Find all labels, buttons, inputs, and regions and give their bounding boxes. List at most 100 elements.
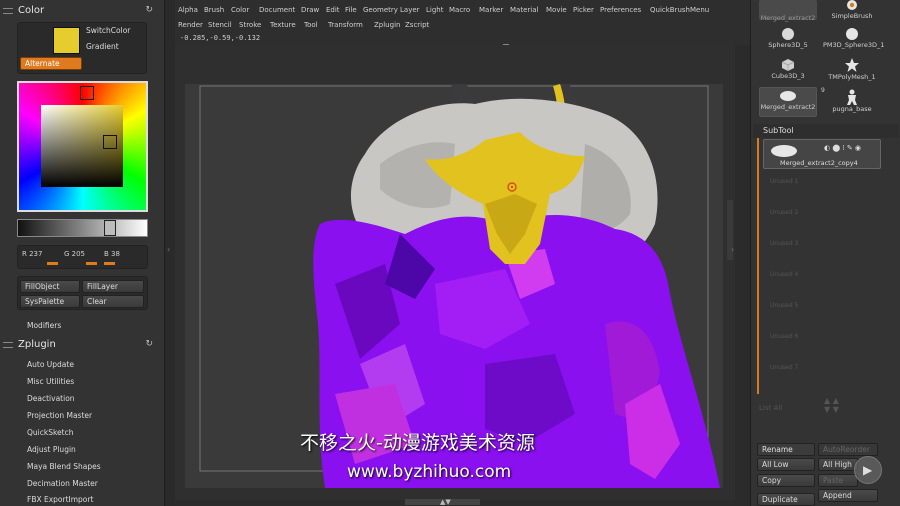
g-value[interactable]: G 205 <box>64 250 85 258</box>
zplugin-item[interactable]: Decimation Master <box>27 479 98 488</box>
switch-color-button[interactable]: SwitchColor <box>82 25 145 38</box>
menu-macro[interactable]: Macro <box>449 6 470 14</box>
all-low-button[interactable]: All Low <box>757 458 815 471</box>
menu-quickbrushmenu[interactable]: QuickBrushMenu <box>650 6 709 14</box>
arrow-up-icon[interactable]: ▲ ▲ <box>824 396 839 405</box>
menu-stroke[interactable]: Stroke <box>239 21 261 29</box>
menu-layer[interactable]: Layer <box>400 6 420 14</box>
r-slider[interactable] <box>47 262 58 265</box>
hue-cursor[interactable] <box>80 86 94 100</box>
zplugin-item[interactable]: Projection Master <box>27 411 92 420</box>
modifiers-item[interactable]: Modifiers <box>27 321 61 330</box>
tool-thumb[interactable]: pugna_base <box>823 89 881 113</box>
watermark-url: www.byzhihuo.com <box>347 462 512 482</box>
menu-brush[interactable]: Brush <box>204 6 224 14</box>
subtool-slot[interactable]: Unused 1 <box>762 176 880 205</box>
copy-button[interactable]: Copy <box>757 474 815 487</box>
zplugin-item[interactable]: Deactivation <box>27 394 75 403</box>
menu-draw[interactable]: Draw <box>301 6 319 14</box>
g-slider[interactable] <box>86 262 97 265</box>
paste-button[interactable]: Paste <box>818 474 858 487</box>
subtool-slot[interactable]: Unused 6 <box>762 331 880 360</box>
tool-label: SimpleBrush <box>831 12 873 20</box>
b-value[interactable]: B 38 <box>104 250 120 258</box>
menu-geometry[interactable]: Geometry <box>363 6 398 14</box>
list-all-button[interactable]: List All <box>759 404 782 412</box>
menu-render[interactable]: Render <box>178 21 203 29</box>
rename-button[interactable]: Rename <box>757 443 815 456</box>
left-tray-divider[interactable]: ‹ <box>165 0 175 506</box>
left-tray: Color ↻ SwitchColor Gradient Alternate R… <box>0 0 165 506</box>
append-button[interactable]: Append <box>818 489 878 502</box>
play-button[interactable]: ▶ <box>854 456 882 484</box>
arrow-down-icon[interactable]: ▼ ▼ <box>824 405 839 414</box>
menu-texture[interactable]: Texture <box>270 21 296 29</box>
clear-button[interactable]: Clear <box>82 295 144 308</box>
main-color-swatch[interactable] <box>53 27 80 54</box>
subtool-slot[interactable]: Unused 2 <box>762 207 880 236</box>
subtool-slot[interactable]: Unused 5 <box>762 300 880 329</box>
menu-picker[interactable]: Picker <box>573 6 594 14</box>
gradient-button[interactable]: Gradient <box>82 41 145 54</box>
visibility-icons[interactable]: ◐ ⬤ ⁞ ✎ ◉ <box>824 144 861 152</box>
fill-object-button[interactable]: FillObject <box>20 280 80 293</box>
tool-thumb[interactable]: Sphere3D_5 <box>759 27 817 49</box>
zplugin-item[interactable]: QuickSketch <box>27 428 73 437</box>
subtool-slot[interactable]: Unused 4 <box>762 269 880 298</box>
menu-edit[interactable]: Edit <box>326 6 340 14</box>
b-slider[interactable] <box>104 262 115 265</box>
zplugin-item[interactable]: FBX ExportImport <box>27 495 93 504</box>
zplugin-header[interactable]: Zplugin ↻ <box>0 336 165 354</box>
subtool-slot-label: Unused 5 <box>770 302 799 309</box>
zplugin-item[interactable]: Misc Utilities <box>27 377 74 386</box>
menu-marker[interactable]: Marker <box>479 6 503 14</box>
syspalette-button[interactable]: SysPalette <box>20 295 80 308</box>
menu-stencil[interactable]: Stencil <box>208 21 232 29</box>
tool-thumb[interactable]: SimpleBrush <box>823 0 881 20</box>
zplugin-item[interactable]: Auto Update <box>27 360 74 369</box>
zplugin-title: Zplugin <box>18 339 56 350</box>
menu-transform[interactable]: Transform <box>328 21 363 29</box>
color-panel-header[interactable]: Color ↻ <box>0 2 165 20</box>
subtool-header[interactable]: SubTool <box>753 124 899 138</box>
all-high-button[interactable]: All High <box>818 458 858 471</box>
tool-thumb[interactable]: PM3D_Sphere3D_1 <box>823 27 884 49</box>
arrow-buttons[interactable]: ▲ ▲ ▼ ▼ <box>824 396 874 420</box>
tool-thumb[interactable]: Merged_extract2 <box>759 89 817 111</box>
chevron-up-down-icon[interactable]: ▲▼ <box>440 498 451 506</box>
chevron-left-icon[interactable]: ‹ <box>167 245 170 254</box>
subtool-slot[interactable]: Unused 7 <box>762 362 880 391</box>
menu-zplugin[interactable]: Zplugin <box>374 21 400 29</box>
menu-document[interactable]: Document <box>259 6 295 14</box>
duplicate-button[interactable]: Duplicate <box>757 493 815 506</box>
auto-reorder-button[interactable]: AutoReorder <box>818 443 878 456</box>
refresh-icon[interactable]: ↻ <box>145 5 153 15</box>
zplugin-item[interactable]: Maya Blend Shapes <box>27 462 101 471</box>
value-slider-handle[interactable] <box>104 220 116 236</box>
subtool-slot-label: Unused 7 <box>770 364 799 371</box>
r-value[interactable]: R 237 <box>22 250 42 258</box>
menu-zscript[interactable]: Zscript <box>405 21 429 29</box>
fill-layer-button[interactable]: FillLayer <box>82 280 144 293</box>
menu-color[interactable]: Color <box>231 6 249 14</box>
subtool-slot[interactable]: Unused 3 <box>762 238 880 267</box>
subtool-scroll-indicator[interactable] <box>757 138 759 394</box>
tool-thumb[interactable]: TMPolyMesh_1 <box>823 57 881 81</box>
menu-alpha[interactable]: Alpha <box>178 6 198 14</box>
menu-movie[interactable]: Movie <box>546 6 567 14</box>
menu-preferences[interactable]: Preferences <box>600 6 641 14</box>
watermark-title: 不移之火-动漫游戏美术资源 <box>300 432 535 454</box>
color-cursor[interactable] <box>103 135 117 149</box>
menu-material[interactable]: Material <box>510 6 538 14</box>
refresh-icon[interactable]: ↻ <box>145 339 153 349</box>
tool-thumb[interactable]: Cube3D_3 <box>759 58 817 80</box>
value-slider[interactable] <box>17 219 148 237</box>
menu-light[interactable]: Light <box>426 6 443 14</box>
subtool-active[interactable]: ◐ ⬤ ⁞ ✎ ◉ Merged_extract2_copy4 <box>763 139 881 169</box>
menu-tool[interactable]: Tool <box>304 21 318 29</box>
alternate-button[interactable]: Alternate <box>20 57 82 70</box>
zplugin-item[interactable]: Adjust Plugin <box>27 445 76 454</box>
subtool-title: SubTool <box>763 126 794 135</box>
menu-file[interactable]: File <box>345 6 357 14</box>
chevron-right-icon[interactable]: › <box>731 245 734 254</box>
